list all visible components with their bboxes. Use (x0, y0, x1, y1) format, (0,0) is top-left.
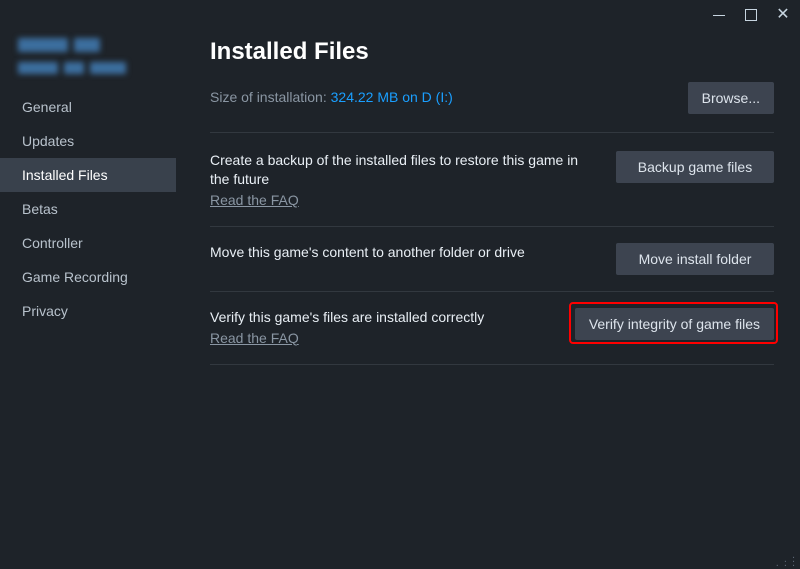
install-size-value: 324.22 MB on D (I:) (331, 89, 453, 105)
main-layout: General Updates Installed Files Betas Co… (0, 30, 800, 569)
close-icon[interactable]: ✕ (776, 8, 790, 22)
game-title-blurred (0, 34, 176, 90)
verify-row: Verify this game's files are installed c… (210, 308, 774, 365)
verify-faq-link[interactable]: Read the FAQ (210, 330, 299, 346)
move-description: Move this game's content to another fold… (210, 243, 596, 262)
move-install-folder-button[interactable]: Move install folder (616, 243, 774, 275)
sidebar-item-game-recording[interactable]: Game Recording (0, 260, 176, 294)
backup-game-files-button[interactable]: Backup game files (616, 151, 774, 183)
sidebar-item-betas[interactable]: Betas (0, 192, 176, 226)
backup-faq-link[interactable]: Read the FAQ (210, 192, 299, 208)
install-size-label: Size of installation: (210, 89, 331, 105)
page-title: Installed Files (210, 38, 774, 66)
minimize-icon[interactable] (712, 8, 726, 22)
verify-integrity-button[interactable]: Verify integrity of game files (575, 308, 774, 340)
sidebar-item-updates[interactable]: Updates (0, 124, 176, 158)
verify-description: Verify this game's files are installed c… (210, 308, 555, 327)
move-row: Move this game's content to another fold… (210, 243, 774, 292)
resize-grip-icon[interactable]: . . . . . . (776, 553, 796, 565)
install-size-row: Size of installation: 324.22 MB on D (I:… (210, 82, 774, 133)
titlebar: ✕ (0, 0, 800, 30)
maximize-icon[interactable] (744, 8, 758, 22)
sidebar-item-controller[interactable]: Controller (0, 226, 176, 260)
sidebar: General Updates Installed Files Betas Co… (0, 30, 176, 569)
sidebar-item-general[interactable]: General (0, 90, 176, 124)
backup-row: Create a backup of the installed files t… (210, 151, 774, 227)
sidebar-item-installed-files[interactable]: Installed Files (0, 158, 176, 192)
browse-button[interactable]: Browse... (688, 82, 774, 114)
sidebar-item-privacy[interactable]: Privacy (0, 294, 176, 328)
backup-description: Create a backup of the installed files t… (210, 151, 596, 189)
content-panel: Installed Files Size of installation: 32… (176, 30, 800, 569)
